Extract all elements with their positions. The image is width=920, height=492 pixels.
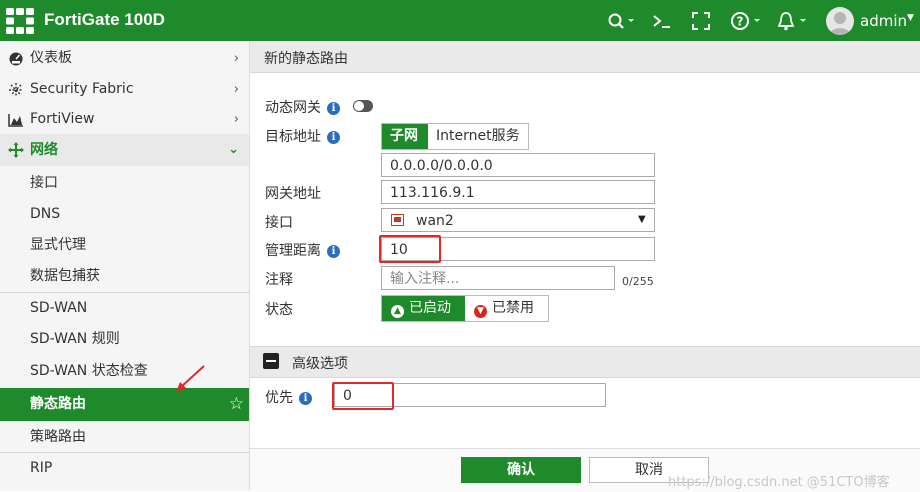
interface-value: wan2 <box>416 213 454 229</box>
sidebar-item-dashboard[interactable]: 仪表板 › <box>0 43 249 74</box>
sidebar-item-fortiview[interactable]: FortiView › <box>0 104 249 135</box>
sidebar-item-label: 接口 <box>30 175 58 191</box>
info-icon[interactable]: i <box>327 102 340 115</box>
sidebar-item-label: 仪表板 <box>30 50 72 66</box>
sidebar-item-dns[interactable]: DNS <box>0 199 249 230</box>
sidebar-item-packet-capture[interactable]: 数据包捕获 <box>0 261 249 292</box>
user-avatar-icon[interactable] <box>826 7 854 35</box>
info-icon[interactable]: i <box>299 392 312 405</box>
chevron-down-icon: ⌄ <box>228 142 239 157</box>
sidebar-item-sd-wan[interactable]: SD-WAN <box>0 293 249 324</box>
comment-counter: 0/255 <box>622 275 654 288</box>
dynamic-gateway-label: 动态网关 <box>265 100 321 116</box>
destination-type-toggle: 子网 Internet服务 <box>381 123 529 150</box>
distance-label: 管理距离 <box>265 243 321 259</box>
comment-input[interactable]: 输入注释... <box>381 266 615 290</box>
sidebar-item-label: FortiView <box>30 111 95 127</box>
sidebar-item-label: SD-WAN 规则 <box>30 331 120 347</box>
chevron-right-icon: › <box>233 112 239 127</box>
sidebar-item-static-routes[interactable]: 静态路由 ☆ <box>0 388 249 421</box>
sidebar-item-policy-routes[interactable]: 策略路由 <box>0 422 249 453</box>
sidebar-item-label: 策略路由 <box>30 429 86 445</box>
annotation-arrow-icon <box>176 365 205 392</box>
highlight-box <box>332 382 394 410</box>
gateway-label: 网关地址 <box>265 186 321 202</box>
advanced-options-header[interactable]: 高级选项 <box>250 346 920 378</box>
sidebar-item-label: SD-WAN 状态检查 <box>30 363 148 379</box>
sidebar-item-label: 数据包捕获 <box>30 268 100 284</box>
app-title: FortiGate 100D <box>44 10 165 29</box>
sidebar-item-label: 网络 <box>30 142 58 158</box>
status-enabled-button[interactable]: ▲ 已启动 <box>382 296 465 321</box>
priority-row: 优先 i <box>265 387 312 407</box>
sidebar-item-label: RIP <box>30 460 53 476</box>
destination-label: 目标地址 <box>265 129 321 145</box>
page-title: 新的静态路由 <box>264 51 348 67</box>
collapse-icon[interactable] <box>263 353 279 369</box>
status-enabled-label: 已启动 <box>409 300 451 316</box>
sidebar-item-label: DNS <box>30 206 61 222</box>
watermark: https://blog.csdn.net @51CTO博客 <box>668 475 890 490</box>
sidebar-item-label: Security Fabric <box>30 81 134 97</box>
cli-console-icon[interactable] <box>652 10 672 32</box>
fortinet-logo-icon <box>6 8 34 34</box>
sidebar-item-label: SD-WAN <box>30 300 88 316</box>
status-toggle: ▲ 已启动 ▼ 已禁用 <box>381 295 549 322</box>
port-icon <box>391 214 404 226</box>
notification-bell-icon[interactable] <box>776 10 810 32</box>
destination-input[interactable]: 0.0.0.0/0.0.0.0 <box>381 153 655 177</box>
static-route-form: 新的静态路由 动态网关 i 目标地址 i 子网 Internet服务 0.0.0.0… <box>250 41 920 492</box>
svg-text:?: ? <box>737 15 744 29</box>
ok-button[interactable]: 确认 <box>461 457 581 483</box>
dynamic-gateway-toggle[interactable] <box>353 100 373 112</box>
dynamic-gateway-row: 动态网关 i <box>265 97 340 117</box>
distance-row: 管理距离 i <box>265 240 340 260</box>
status-label: 状态 <box>265 302 293 318</box>
comment-label: 注释 <box>265 272 293 288</box>
interface-label: 接口 <box>265 215 293 231</box>
sidebar-item-label: 静态路由 <box>30 396 86 412</box>
priority-label: 优先 <box>265 390 293 406</box>
gateway-input[interactable]: 113.116.9.1 <box>381 180 655 204</box>
dropdown-chevron-icon[interactable]: ▼ <box>638 214 646 225</box>
status-disabled-button[interactable]: ▼ 已禁用 <box>466 296 548 321</box>
arrow-up-circle-icon: ▲ <box>391 305 404 318</box>
destination-row: 目标地址 i <box>265 126 340 146</box>
sidebar-item-security-fabric[interactable]: Security Fabric › <box>0 74 249 105</box>
fullscreen-icon[interactable] <box>691 10 711 32</box>
tab-internet-service[interactable]: Internet服务 <box>428 124 528 149</box>
user-menu-label[interactable]: admin <box>860 12 907 30</box>
chevron-right-icon: › <box>233 82 239 97</box>
page-title-bar: 新的静态路由 <box>250 41 920 73</box>
info-icon[interactable]: i <box>327 131 340 144</box>
star-icon[interactable]: ☆ <box>229 388 244 421</box>
tab-subnet[interactable]: 子网 <box>382 124 428 149</box>
info-icon[interactable]: i <box>327 245 340 258</box>
chevron-right-icon: › <box>233 51 239 66</box>
sidebar-item-interfaces[interactable]: 接口 <box>0 168 249 199</box>
sidebar-item-explicit-proxy[interactable]: 显式代理 <box>0 230 249 261</box>
advanced-options-label: 高级选项 <box>292 356 348 372</box>
form-footer: 确认 取消 https://blog.csdn.net @51CTO博客 <box>250 448 920 492</box>
sidebar-item-network[interactable]: 网络 ⌄ <box>0 134 249 166</box>
arrow-down-circle-icon: ▼ <box>474 305 487 318</box>
user-menu-chevron-icon[interactable]: ▼ <box>907 13 914 23</box>
sidebar-item-label: 显式代理 <box>30 237 86 253</box>
highlight-box <box>379 235 441 263</box>
top-bar: FortiGate 100D ? admin ▼ <box>0 0 920 41</box>
sidebar: 仪表板 › Security Fabric › FortiView › 网络 ⌄… <box>0 41 250 491</box>
interface-select[interactable]: wan2 <box>381 208 655 232</box>
help-icon[interactable]: ? <box>730 10 764 32</box>
sidebar-item-sd-wan-health-check[interactable]: SD-WAN 状态检查 <box>0 356 249 387</box>
status-disabled-label: 已禁用 <box>492 300 534 316</box>
sidebar-item-rip[interactable]: RIP <box>0 453 249 484</box>
search-icon[interactable] <box>606 10 636 32</box>
sidebar-item-sd-wan-rules[interactable]: SD-WAN 规则 <box>0 324 249 355</box>
